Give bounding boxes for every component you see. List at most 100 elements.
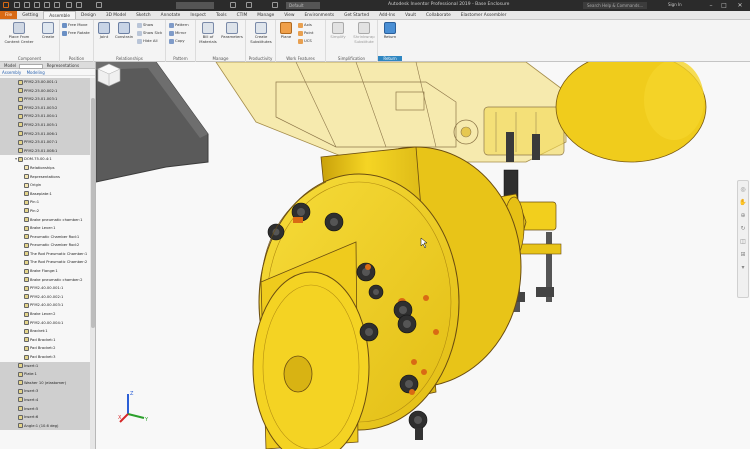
tab-inspect[interactable]: Inspect	[185, 11, 211, 19]
plane-button[interactable]: Plane	[277, 22, 295, 40]
tree-node[interactable]: Pad Bracket:3	[0, 353, 90, 362]
joint-button[interactable]: Joint	[95, 22, 113, 40]
tree-node[interactable]: PFM2.25.01.004:1	[0, 112, 90, 121]
new-icon[interactable]	[14, 2, 20, 8]
tab-assemble[interactable]: Assemble	[43, 11, 77, 19]
browser-tab-representations[interactable]: Representations	[45, 62, 81, 69]
tree-node[interactable]: Brake pneumatic chamber:1	[0, 216, 90, 225]
tree-node[interactable]: PFM2.25.00.001:1	[0, 78, 90, 87]
tree-node[interactable]: Pneumatic Chamber Rod:1	[0, 233, 90, 242]
tree-node[interactable]: Angle:1 (10.6 deg)	[0, 421, 90, 431]
create-substitutes-button[interactable]: Create Substitutes	[250, 22, 272, 44]
redo-icon[interactable]	[54, 2, 60, 8]
maximize-button[interactable]: □	[719, 1, 729, 10]
minimize-button[interactable]: –	[706, 1, 716, 10]
appearance-icon[interactable]	[230, 2, 236, 8]
tab-view[interactable]: View	[279, 11, 299, 19]
tab-design[interactable]: Design	[76, 11, 101, 19]
tree-node[interactable]: Pad Bracket:1	[0, 336, 90, 345]
create-button[interactable]: Create	[38, 22, 58, 40]
tree-node[interactable]: Insert:3	[0, 387, 90, 396]
place-from-content-center-button[interactable]: Place From Content Center	[2, 22, 36, 44]
copy-button[interactable]: Copy	[169, 38, 185, 44]
undo-icon[interactable]	[44, 2, 50, 8]
browser-view-modeling[interactable]: Modeling	[27, 70, 45, 75]
simplify-button[interactable]: Simplify	[327, 22, 349, 40]
zoom-all-icon[interactable]: ⊞	[739, 251, 747, 259]
tree-node[interactable]: Baseplate:1	[0, 190, 90, 199]
ucs-button[interactable]: UCS	[298, 38, 312, 44]
tab-getting[interactable]: Getting	[17, 11, 43, 19]
tree-node[interactable]: Insert:5	[0, 404, 90, 414]
pan-icon[interactable]: ✋	[739, 199, 747, 207]
tree-node[interactable]: Insert:6	[0, 413, 90, 422]
measure-icon[interactable]	[246, 2, 252, 8]
browser-tab-add[interactable]	[19, 63, 44, 69]
browser-scroll-thumb[interactable]	[91, 98, 95, 328]
tree-node[interactable]: Pin:2	[0, 207, 90, 216]
browser-tab-model[interactable]: Model	[2, 62, 18, 69]
fx-icon[interactable]	[272, 2, 278, 8]
tree-node[interactable]: PFM2.25.01.006:1	[0, 129, 90, 139]
mirror-button[interactable]: Mirror	[169, 30, 186, 36]
select-icon[interactable]	[96, 2, 102, 8]
tree-node[interactable]: PFM2.40.00.002:1	[0, 293, 90, 302]
tree-node[interactable]: Bracket:1	[0, 327, 90, 336]
tab-3d-model[interactable]: 3D Model	[101, 11, 131, 19]
tree-node[interactable]: Relationships	[0, 164, 90, 173]
tree-node[interactable]: Insert:1	[0, 361, 90, 371]
app-menu-icon[interactable]	[3, 2, 9, 8]
tab-ctim[interactable]: CTIM	[232, 11, 253, 19]
material-dropdown[interactable]	[176, 2, 214, 9]
tab-file[interactable]: File	[0, 11, 18, 19]
browser-view-assembly[interactable]: Assembly	[2, 70, 21, 75]
tab-sketch[interactable]: Sketch	[131, 11, 155, 19]
orbit-icon[interactable]: ↻	[739, 225, 747, 233]
tree-node[interactable]: Brake Lever:2	[0, 310, 90, 319]
tree-node[interactable]: Pad Bracket:2	[0, 344, 90, 353]
tree-node[interactable]: PFM2.25.01.008:1	[0, 146, 90, 156]
tree-node[interactable]: Pin:1	[0, 198, 90, 207]
tree-node[interactable]: Representations	[0, 173, 90, 182]
tree-node[interactable]: PFM2.25.00.002:1	[0, 86, 90, 96]
show-sick-button[interactable]: Show Sick	[137, 30, 162, 36]
tree-node[interactable]: PFM2.25.01.003:1	[0, 95, 90, 104]
tab-tools[interactable]: Tools	[211, 11, 232, 19]
tree-node[interactable]: Plate:1	[0, 370, 90, 379]
tab-get-started[interactable]: Get Started	[339, 11, 374, 19]
point-button[interactable]: Point	[298, 30, 313, 36]
tree-node[interactable]: Pneumatic Chamber Rod:2	[0, 241, 90, 250]
viewcube[interactable]	[96, 62, 122, 88]
tree-node[interactable]: The Rod Pneumatic Chamber:2	[0, 258, 90, 267]
tree-node[interactable]: PFM2.25.01.003:2	[0, 103, 90, 113]
shrinkwrap-substitute-button[interactable]: Shrinkwrap Substitute	[350, 22, 378, 44]
tree-node[interactable]: Insert:4	[0, 395, 90, 405]
home-icon[interactable]	[66, 2, 72, 8]
axis-button[interactable]: Axis	[298, 22, 312, 28]
nav-more-icon[interactable]: ▾	[739, 264, 747, 272]
save-icon[interactable]	[34, 2, 40, 8]
tree-node[interactable]: PFM2.40.00.001:1	[0, 284, 90, 293]
tree-node[interactable]: Brake Flange:1	[0, 267, 90, 276]
return-button[interactable]: Return	[380, 22, 400, 40]
tab-vault[interactable]: Vault	[400, 11, 421, 19]
tab-elastomer[interactable]: Elastomer Assembler	[456, 11, 512, 19]
tree-node[interactable]: The Rod Pneumatic Chamber:1	[0, 250, 90, 259]
close-button[interactable]: ✕	[735, 1, 745, 10]
tree-node[interactable]: ▾ DOM.75.00.4:1	[0, 155, 90, 164]
graphics-window[interactable]: ◎ ✋ ⊕ ↻ ◫ ⊞ ▾	[96, 62, 750, 449]
show-button[interactable]: Show	[137, 22, 153, 28]
hide-all-button[interactable]: Hide All	[137, 38, 158, 44]
tree-node[interactable]: Brake Lever:1	[0, 224, 90, 233]
steering-wheel-icon[interactable]: ◎	[739, 186, 747, 194]
tab-annotate[interactable]: Annotate	[156, 11, 186, 19]
parameters-button[interactable]: Parameters	[220, 22, 244, 40]
tree-node[interactable]: Origin	[0, 181, 90, 190]
constrain-button[interactable]: Constrain	[113, 22, 135, 40]
bill-of-materials-button[interactable]: Bill of Materials	[197, 22, 219, 44]
free-rotate-button[interactable]: Free Rotate	[62, 30, 90, 36]
tab-manage[interactable]: Manage	[252, 11, 279, 19]
look-at-icon[interactable]: ◫	[739, 238, 747, 246]
help-search-input[interactable]: Search Help & Commands...	[583, 2, 647, 9]
tab-collaborate[interactable]: Collaborate	[421, 11, 456, 19]
